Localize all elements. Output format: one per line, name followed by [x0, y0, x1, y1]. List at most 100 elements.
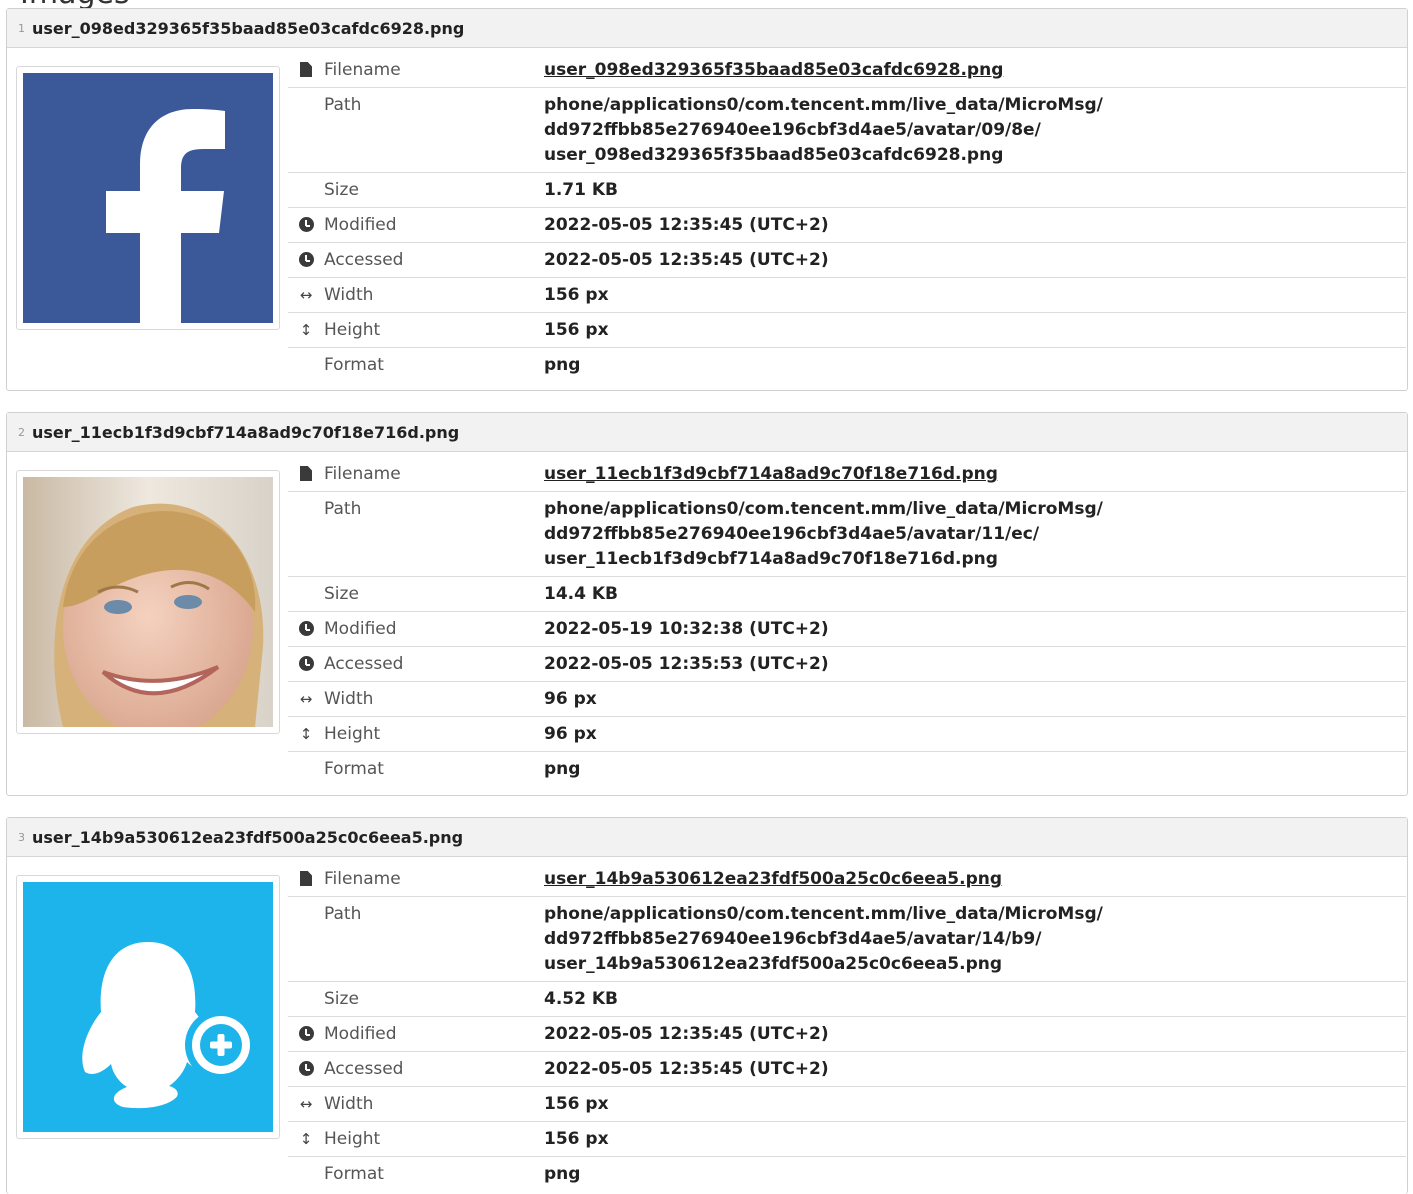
label-path: Path	[324, 896, 544, 982]
entry-header: 1 user_098ed329365f35baad85e03cafdc6928.…	[7, 9, 1407, 48]
prop-format: Format png	[288, 1157, 1406, 1192]
filename-link[interactable]: user_098ed329365f35baad85e03cafdc6928.pn…	[544, 53, 1406, 88]
accessed-value: 2022-05-05 12:35:45 (UTC+2)	[544, 1051, 1406, 1087]
width-value: 156 px	[544, 1086, 1406, 1122]
label-size: Size	[324, 172, 544, 208]
prop-height: ↕ Height 96 px	[288, 716, 1406, 752]
path-line: user_11ecb1f3d9cbf714a8ad9c70f18e716d.pn…	[544, 549, 998, 569]
entry-title: user_11ecb1f3d9cbf714a8ad9c70f18e716d.pn…	[32, 422, 460, 442]
prop-height: ↕ Height 156 px	[288, 312, 1406, 348]
label-height: Height	[324, 716, 544, 752]
clock-icon	[298, 1061, 314, 1076]
thumbnail-frame[interactable]	[16, 470, 280, 734]
path-value: phone/applications0/com.tencent.mm/live_…	[544, 87, 1406, 173]
label-height: Height	[324, 1121, 544, 1157]
height-value: 156 px	[544, 312, 1406, 348]
prop-path: Path phone/applications0/com.tencent.mm/…	[288, 87, 1406, 173]
properties-table: Filename user_098ed329365f35baad85e03caf…	[288, 53, 1406, 382]
label-filename: Filename	[324, 862, 544, 897]
image-entry-2: 2 user_11ecb1f3d9cbf714a8ad9c70f18e716d.…	[6, 412, 1408, 796]
properties-table: Filename user_11ecb1f3d9cbf714a8ad9c70f1…	[288, 457, 1406, 786]
file-icon	[300, 466, 312, 481]
prop-filename: Filename user_098ed329365f35baad85e03caf…	[288, 53, 1406, 88]
entry-title: user_098ed329365f35baad85e03cafdc6928.pn…	[32, 18, 465, 38]
size-value: 1.71 KB	[544, 172, 1406, 208]
path-value: phone/applications0/com.tencent.mm/live_…	[544, 491, 1406, 577]
prop-modified: Modified 2022-05-05 12:35:45 (UTC+2)	[288, 1016, 1406, 1052]
path-line: phone/applications0/com.tencent.mm/live_…	[544, 904, 1103, 924]
width-value: 156 px	[544, 277, 1406, 313]
arrows-horizontal-icon: ↔	[288, 277, 324, 313]
prop-modified: Modified 2022-05-05 12:35:45 (UTC+2)	[288, 207, 1406, 243]
prop-width: ↔ Width 156 px	[288, 277, 1406, 313]
label-width: Width	[324, 277, 544, 313]
image-entry-3: 3 user_14b9a530612ea23fdf500a25c0c6eea5.…	[6, 817, 1408, 1194]
entry-index: 3	[18, 830, 25, 844]
entry-header: 2 user_11ecb1f3d9cbf714a8ad9c70f18e716d.…	[7, 413, 1407, 452]
format-value: png	[544, 759, 581, 779]
filename-link[interactable]: user_11ecb1f3d9cbf714a8ad9c70f18e716d.pn…	[544, 457, 1406, 492]
filename-link[interactable]: user_14b9a530612ea23fdf500a25c0c6eea5.pn…	[544, 862, 1406, 897]
prop-height: ↕ Height 156 px	[288, 1121, 1406, 1157]
path-line: user_098ed329365f35baad85e03cafdc6928.pn…	[544, 145, 1004, 165]
format-value: png	[544, 355, 581, 375]
thumbnail-frame[interactable]	[16, 66, 280, 330]
width-value: 96 px	[544, 681, 1406, 717]
clock-icon	[298, 217, 314, 232]
image-entry-1: 1 user_098ed329365f35baad85e03cafdc6928.…	[6, 8, 1408, 391]
label-modified: Modified	[324, 207, 544, 243]
entry-index: 2	[18, 425, 25, 439]
label-size: Size	[324, 576, 544, 612]
arrows-vertical-icon: ↕	[288, 716, 324, 752]
label-width: Width	[324, 681, 544, 717]
label-modified: Modified	[324, 611, 544, 647]
prop-accessed: Accessed 2022-05-05 12:35:45 (UTC+2)	[288, 1051, 1406, 1087]
label-width: Width	[324, 1086, 544, 1122]
prop-accessed: Accessed 2022-05-05 12:35:53 (UTC+2)	[288, 646, 1406, 682]
properties-table: Filename user_14b9a530612ea23fdf500a25c0…	[288, 862, 1406, 1191]
accessed-value: 2022-05-05 12:35:53 (UTC+2)	[544, 646, 1406, 682]
size-value: 4.52 KB	[544, 981, 1406, 1017]
thumbnail-woman-portrait	[23, 477, 273, 727]
label-format: Format	[324, 1164, 384, 1184]
arrows-horizontal-icon: ↔	[288, 1086, 324, 1122]
entry-title: user_14b9a530612ea23fdf500a25c0c6eea5.pn…	[32, 827, 464, 847]
entry-header: 3 user_14b9a530612ea23fdf500a25c0c6eea5.…	[7, 818, 1407, 857]
arrows-horizontal-icon: ↔	[288, 681, 324, 717]
clock-icon	[298, 252, 314, 267]
label-height: Height	[324, 312, 544, 348]
label-format: Format	[324, 759, 384, 779]
label-modified: Modified	[324, 1016, 544, 1052]
modified-value: 2022-05-05 12:35:45 (UTC+2)	[544, 1016, 1406, 1052]
label-format: Format	[324, 355, 384, 375]
prop-path: Path phone/applications0/com.tencent.mm/…	[288, 896, 1406, 982]
label-path: Path	[324, 87, 544, 173]
label-accessed: Accessed	[324, 242, 544, 278]
path-line: dd972ffbb85e276940ee196cbf3d4ae5/avatar/…	[544, 524, 1040, 544]
label-size: Size	[324, 981, 544, 1017]
thumbnail-facebook-logo	[23, 73, 273, 323]
prop-filename: Filename user_14b9a530612ea23fdf500a25c0…	[288, 862, 1406, 897]
arrows-vertical-icon: ↕	[288, 312, 324, 348]
height-value: 96 px	[544, 716, 1406, 752]
prop-format: Format png	[288, 348, 1406, 383]
clock-icon	[298, 656, 314, 671]
path-line: phone/applications0/com.tencent.mm/live_…	[544, 95, 1103, 115]
prop-modified: Modified 2022-05-19 10:32:38 (UTC+2)	[288, 611, 1406, 647]
clock-icon	[298, 621, 314, 636]
height-value: 156 px	[544, 1121, 1406, 1157]
prop-filename: Filename user_11ecb1f3d9cbf714a8ad9c70f1…	[288, 457, 1406, 492]
path-line: dd972ffbb85e276940ee196cbf3d4ae5/avatar/…	[544, 929, 1042, 949]
prop-path: Path phone/applications0/com.tencent.mm/…	[288, 491, 1406, 577]
file-icon	[300, 871, 312, 886]
size-value: 14.4 KB	[544, 576, 1406, 612]
path-value: phone/applications0/com.tencent.mm/live_…	[544, 896, 1406, 982]
label-accessed: Accessed	[324, 646, 544, 682]
path-line: dd972ffbb85e276940ee196cbf3d4ae5/avatar/…	[544, 120, 1041, 140]
clock-icon	[298, 1026, 314, 1041]
label-accessed: Accessed	[324, 1051, 544, 1087]
modified-value: 2022-05-05 12:35:45 (UTC+2)	[544, 207, 1406, 243]
thumbnail-frame[interactable]	[16, 875, 280, 1139]
prop-width: ↔ Width 156 px	[288, 1086, 1406, 1122]
file-icon	[300, 62, 312, 77]
